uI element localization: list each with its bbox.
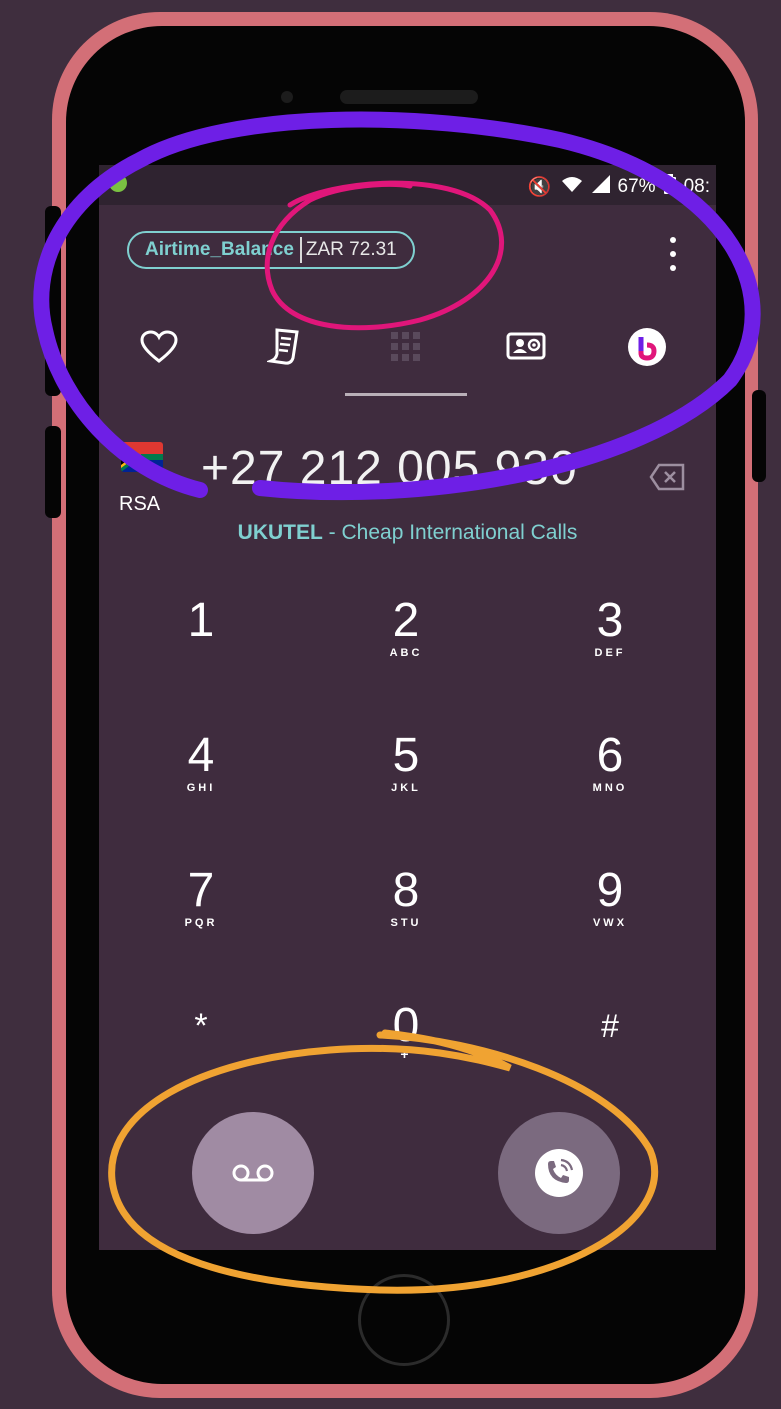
voicemail-icon [232, 1164, 274, 1182]
clock: 08: [683, 176, 710, 197]
side-button-lower [45, 426, 61, 518]
key-digit: 5 [392, 729, 420, 782]
key-letters: VWX [592, 917, 628, 929]
provider-name: UKUTEL [237, 521, 323, 544]
provider-banner: UKUTEL - Cheap International Calls [99, 521, 716, 545]
key-digit: 1 [187, 594, 215, 647]
voicemail-button[interactable] [192, 1112, 314, 1234]
call-button[interactable] [498, 1112, 620, 1234]
more-dot [670, 237, 676, 243]
south-africa-flag-icon[interactable] [121, 442, 163, 472]
key-2[interactable]: 2 ABC [341, 595, 471, 691]
key-letters: + [400, 1046, 412, 1062]
tab-call-log[interactable] [262, 325, 306, 369]
more-options-button[interactable] [666, 237, 680, 271]
balance-divider [299, 237, 302, 263]
battery-percent: 67% [617, 176, 656, 197]
more-dot [670, 251, 676, 257]
power-button [752, 390, 766, 482]
heart-icon [140, 330, 178, 363]
key-8[interactable]: 8 STU [341, 865, 471, 961]
key-9[interactable]: 9 VWX [545, 865, 675, 961]
key-digit: 0 [392, 999, 420, 1052]
dialpad-icon [391, 332, 420, 361]
status-bar: 🔇 67% 08: [99, 165, 716, 205]
backspace-icon [649, 463, 685, 491]
earpiece-speaker [340, 90, 478, 104]
provider-tagline: - Cheap International Calls [322, 521, 578, 544]
key-6[interactable]: 6 MNO [545, 730, 675, 826]
tab-contacts[interactable] [504, 325, 548, 369]
key-star[interactable]: * [136, 1000, 266, 1096]
wifi-icon [560, 175, 584, 199]
side-button-upper [45, 206, 61, 396]
signal-icon [591, 175, 610, 199]
key-3[interactable]: 3 DEF [545, 595, 675, 691]
tab-ukutel-app[interactable] [625, 325, 669, 369]
ukutel-logo-icon [628, 328, 666, 366]
key-letters: MNO [592, 782, 628, 794]
key-digit: # [601, 1008, 619, 1044]
key-4[interactable]: 4 GHI [136, 730, 266, 826]
battery-icon [663, 174, 676, 200]
key-digit: 9 [596, 864, 624, 917]
key-letters: JKL [391, 782, 421, 794]
wifi-call-icon [535, 1149, 583, 1197]
phone-screen: 🔇 67% 08: Airtime_Balance ZAR 72.31 RSA … [99, 165, 716, 1250]
mute-icon: 🔇 [527, 177, 552, 198]
key-0[interactable]: 0 + [341, 1000, 471, 1096]
key-letters: STU [390, 917, 422, 929]
home-button[interactable] [358, 1274, 450, 1366]
key-letters: GHI [186, 782, 216, 794]
key-letters: PQR [184, 917, 218, 929]
notification-dot [109, 174, 127, 192]
key-digit: * [194, 1007, 208, 1045]
status-icons: 🔇 67% 08: [528, 174, 710, 200]
selected-tab-indicator [345, 393, 467, 396]
tab-dialpad[interactable] [384, 325, 428, 369]
key-digit: 4 [187, 729, 215, 782]
contacts-icon [506, 332, 546, 360]
key-letters: ABC [389, 647, 423, 659]
key-digit: 7 [187, 864, 215, 917]
key-digit: 8 [392, 864, 420, 917]
key-digit: 2 [392, 594, 420, 647]
balance-value: ZAR 72.31 [305, 239, 397, 260]
key-digit: 3 [596, 594, 624, 647]
dialed-number[interactable]: +27 212 005 930 [201, 441, 578, 496]
key-letters: DEF [594, 647, 626, 659]
key-7[interactable]: 7 PQR [136, 865, 266, 961]
key-5[interactable]: 5 JKL [341, 730, 471, 826]
balance-label: Airtime_Balance [145, 239, 294, 260]
more-dot [670, 265, 676, 271]
key-1[interactable]: 1 [136, 595, 266, 691]
tab-favorites[interactable] [137, 325, 181, 369]
country-code-label: RSA [119, 493, 161, 515]
call-log-icon [267, 328, 299, 365]
airtime-balance-pill[interactable]: Airtime_Balance ZAR 72.31 [127, 231, 415, 269]
front-camera [281, 91, 293, 103]
backspace-button[interactable] [649, 463, 685, 491]
key-hash[interactable]: # [545, 1000, 675, 1096]
key-digit: 6 [596, 729, 624, 782]
